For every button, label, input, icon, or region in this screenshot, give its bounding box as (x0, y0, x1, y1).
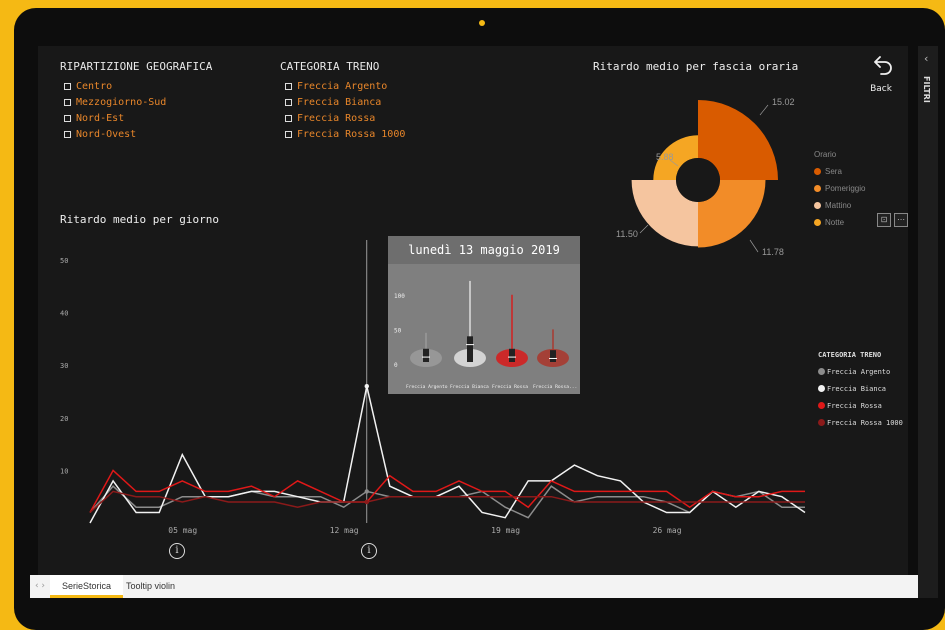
violin-x-label: Freccia Rossa (492, 384, 528, 390)
info-icon[interactable]: i (361, 543, 377, 559)
line-chart-title: Ritardo medio per giorno (60, 213, 219, 226)
donut-legend-item[interactable]: Sera (814, 163, 865, 180)
x-tick-label: 12 mag (330, 526, 359, 535)
legend-dot-icon (818, 419, 825, 426)
violin-x-label: Freccia Argento (406, 384, 448, 390)
checkbox-icon[interactable] (285, 99, 292, 106)
violin-y-tick: 100 (394, 293, 405, 300)
focus-mode-icon[interactable]: ⊡ (877, 213, 891, 227)
y-tick-label: 40 (60, 310, 68, 318)
checkbox-icon[interactable] (285, 131, 292, 138)
violin-box (423, 348, 429, 362)
checkbox-icon[interactable] (285, 83, 292, 90)
donut-legend-title: Orario (814, 150, 837, 159)
y-tick-label: 20 (60, 415, 68, 423)
donut-legend: Orario Sera Pomeriggio Mattino Notte (814, 146, 865, 231)
line-legend-item[interactable]: Freccia Rossa 1000 (818, 414, 903, 431)
violin-chart: 100500Freccia Argento Freccia Bianca Frecc… (394, 280, 577, 390)
violin-tooltip: lunedì 13 maggio 2019 100 50 0 Freccia Arge… (388, 236, 580, 394)
line-legend-item[interactable]: Freccia Argento (818, 363, 903, 380)
violin-y-tick: 0 (394, 362, 398, 369)
y-tick-label: 10 (60, 467, 68, 475)
slicer-cat-title: CATEGORIA TRENO (280, 60, 380, 73)
x-tick-label: 05 mag (168, 526, 197, 535)
legend-dot-icon (814, 168, 821, 175)
series-line-freccia-rossa-1000 (89, 490, 805, 514)
line-legend: CATEGORIA TRENO Freccia Argento Freccia … (818, 346, 903, 431)
line-legend-item[interactable]: Freccia Rossa (818, 397, 903, 414)
x-tick-label: 19 mag (491, 526, 520, 535)
y-tick-label: 50 (60, 257, 68, 265)
slicer-geo-item[interactable]: Nord-Ovest (64, 129, 136, 140)
donut-hole (676, 158, 720, 202)
y-tick-label: 30 (60, 362, 68, 370)
legend-dot-icon (818, 402, 825, 409)
more-options-icon[interactable]: ⋯ (894, 213, 908, 227)
checkbox-icon[interactable] (285, 115, 292, 122)
violin-box (467, 336, 473, 362)
back-arrow-icon (874, 56, 892, 75)
back-label: Back (870, 84, 892, 94)
donut-title: Ritardo medio per fascia oraria (593, 60, 799, 73)
violin-x-label: Freccia Rossa... (533, 384, 577, 390)
filters-pane[interactable]: ‹ FILTRI (918, 46, 938, 598)
donut-legend-item[interactable]: Pomeriggio (814, 180, 865, 197)
donut-legend-item[interactable]: Notte (814, 214, 865, 231)
legend-dot-icon (818, 368, 825, 375)
slicer-cat-item[interactable]: Freccia Rossa (285, 113, 375, 124)
tab-tooltip-violin[interactable]: Tooltip violin (114, 575, 187, 598)
hover-point (364, 489, 369, 494)
tab-seriestorica[interactable]: SerieStorica (50, 575, 124, 598)
slicer-geo-item[interactable]: Mezzogiorno-Sud (64, 97, 166, 108)
donut-leader-line (639, 224, 649, 234)
violin-y-tick: 50 (394, 327, 402, 334)
checkbox-icon[interactable] (64, 115, 71, 122)
legend-dot-icon (814, 202, 821, 209)
back-button[interactable]: Back (866, 52, 896, 100)
donut-value-label: 5.88 (656, 152, 674, 162)
violin-box (550, 350, 556, 362)
checkbox-icon[interactable] (64, 131, 71, 138)
camera-dot (479, 20, 485, 26)
page-tabs-bar: ‹ › SerieStorica Tooltip violin (30, 575, 918, 598)
tooltip-date: lunedì 13 maggio 2019 (388, 236, 580, 264)
slicer-cat-item[interactable]: Freccia Rossa 1000 (285, 129, 405, 140)
hover-point (364, 499, 369, 505)
donut-value-label: 11.50 (616, 229, 638, 239)
slicer-cat-item[interactable]: Freccia Bianca (285, 97, 381, 108)
line-legend-item[interactable]: Freccia Bianca (818, 380, 903, 397)
checkbox-icon[interactable] (64, 99, 71, 106)
tab-nav-arrows-icon[interactable]: ‹ › (30, 575, 50, 598)
donut-leader-line (759, 104, 769, 116)
donut-value-label: 15.02 (772, 97, 795, 107)
violin-x-label: Freccia Bianca (450, 384, 489, 390)
legend-dot-icon (814, 185, 821, 192)
slicer-cat-item[interactable]: Freccia Argento (285, 81, 387, 92)
slicer-geo-item[interactable]: Nord-Est (64, 113, 124, 124)
checkbox-icon[interactable] (64, 83, 71, 90)
legend-dot-icon (814, 219, 821, 226)
violin-box (509, 348, 515, 362)
info-icon[interactable]: i (169, 543, 185, 559)
filters-label: FILTRI (922, 76, 931, 103)
line-legend-title: CATEGORIA TRENO (818, 350, 882, 359)
slicer-geo-title: RIPARTIZIONE GEOGRAFICA (60, 60, 213, 73)
x-tick-label: 26 mag (653, 526, 682, 535)
visual-header-buttons: ⊡ ⋯ (877, 213, 908, 227)
donut-legend-item[interactable]: Mattino (814, 197, 865, 214)
legend-dot-icon (818, 385, 825, 392)
slicer-geo-item[interactable]: Centro (64, 81, 112, 92)
chevron-left-icon[interactable]: ‹ (924, 52, 928, 65)
hover-point (364, 384, 369, 389)
